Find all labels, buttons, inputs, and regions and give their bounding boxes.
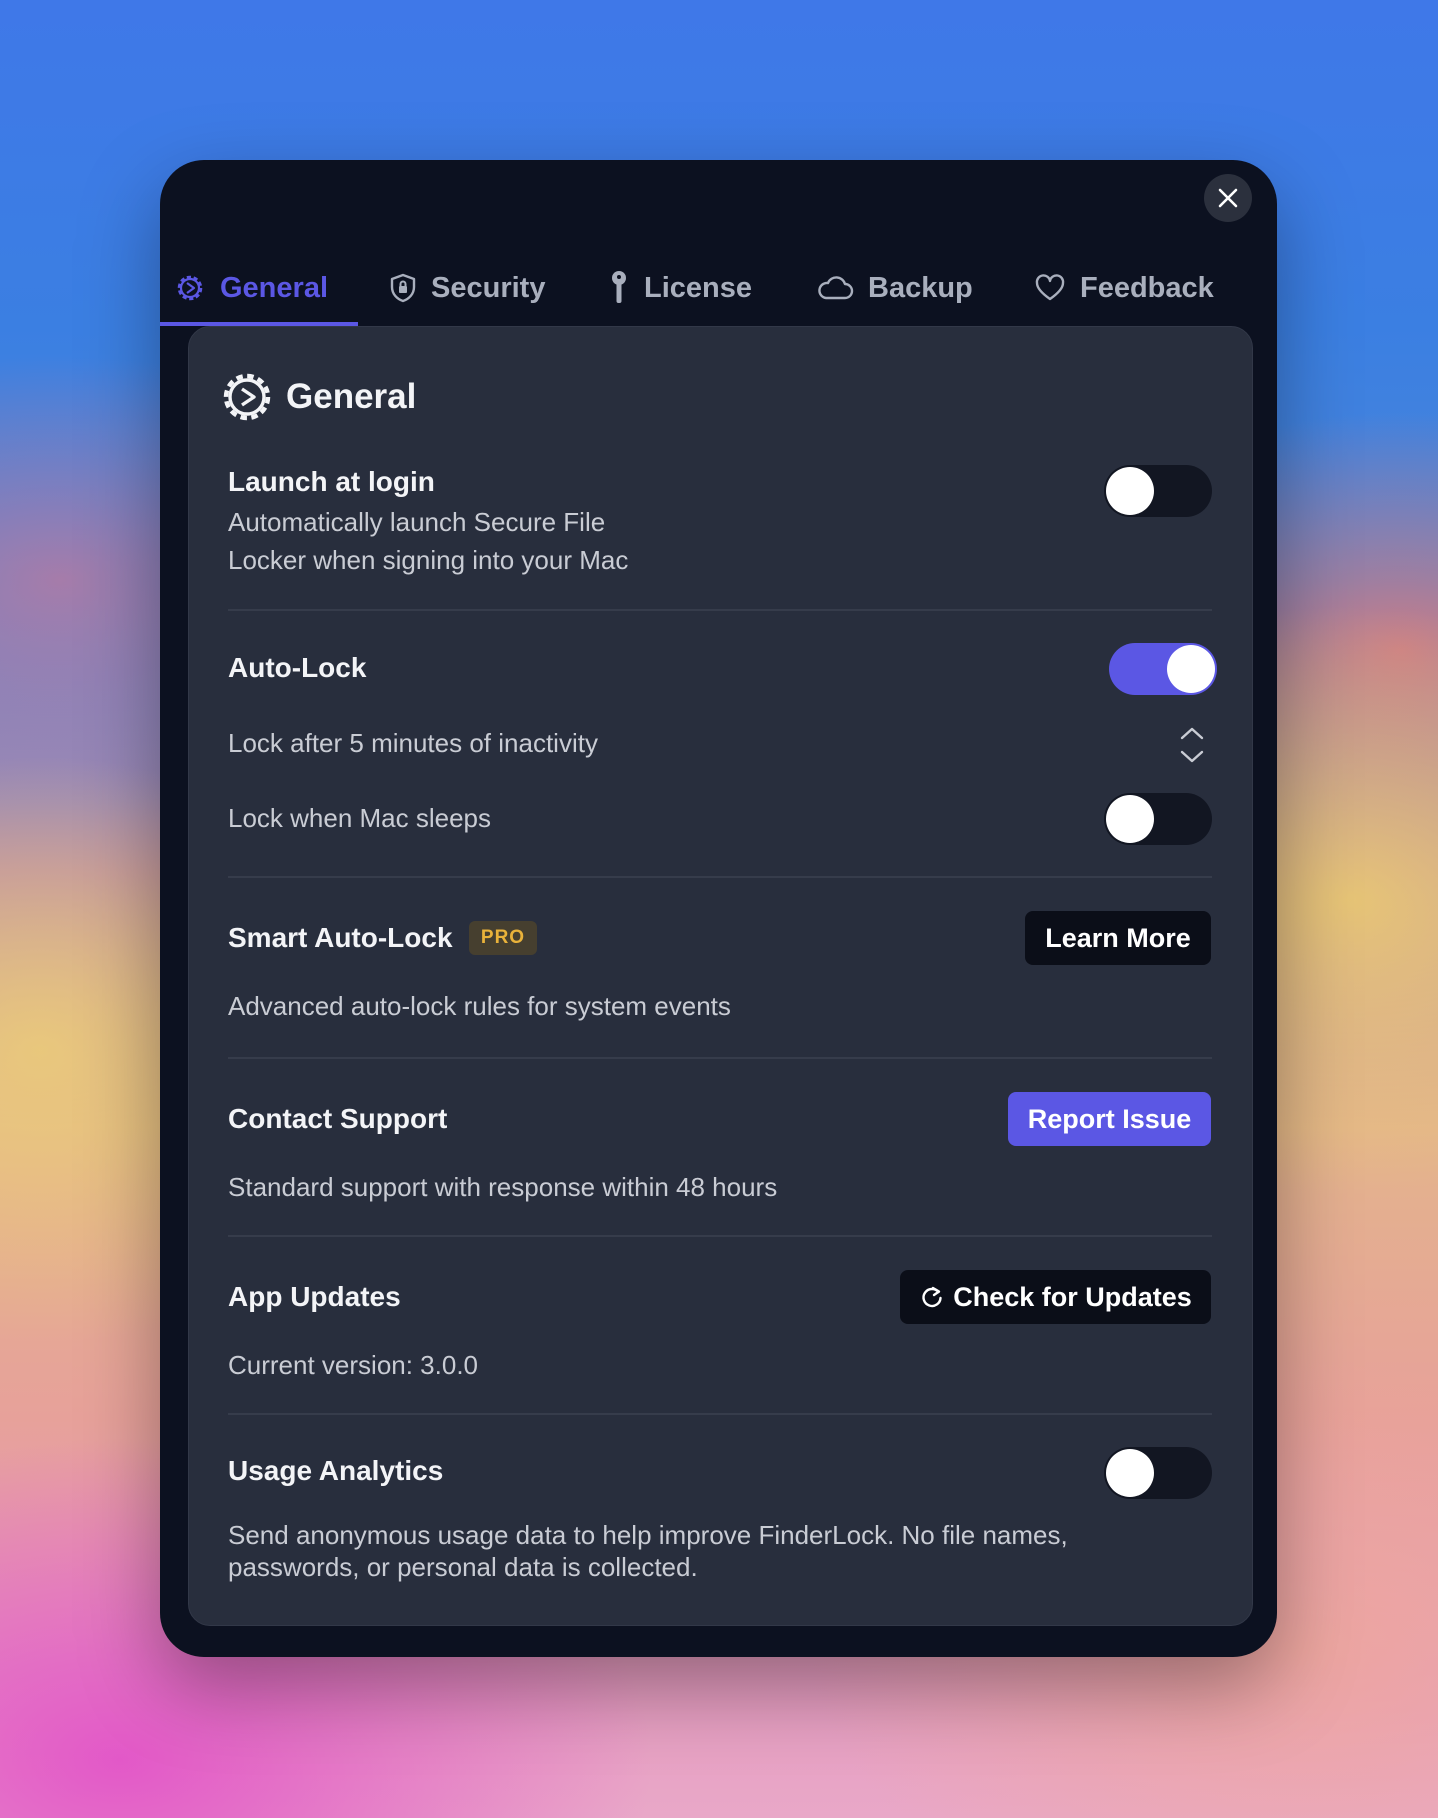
lock-when-sleeps-label: Lock when Mac sleeps: [228, 803, 492, 833]
gear-icon: [223, 373, 271, 421]
learn-more-button[interactable]: Learn More: [1025, 911, 1211, 965]
shield-icon: [390, 273, 416, 303]
lock-after-text: Lock after 5 minutes of inactivity: [228, 728, 598, 758]
toggle-knob: [1106, 467, 1154, 515]
divider: [228, 1413, 1212, 1415]
lock-when-sleeps-toggle[interactable]: [1104, 793, 1212, 845]
check-for-updates-label: Check for Updates: [953, 1281, 1192, 1312]
page-title: General: [220, 370, 416, 424]
tab-feedback-label: Feedback: [1080, 271, 1214, 304]
divider: [228, 876, 1212, 878]
launch-at-login-toggle[interactable]: [1104, 465, 1212, 517]
current-version-text: Current version: 3.0.0: [228, 1350, 479, 1380]
heart-icon: [1035, 274, 1065, 301]
tab-backup[interactable]: Backup: [816, 250, 973, 326]
toggle-knob: [1106, 795, 1154, 843]
divider: [228, 609, 1212, 611]
toggle-knob: [1167, 645, 1215, 693]
usage-analytics-label: Usage Analytics: [228, 1455, 444, 1486]
smart-auto-lock-label: Smart Auto-Lock: [228, 922, 453, 953]
tab-security[interactable]: Security: [389, 250, 545, 326]
auto-lock-label: Auto-Lock: [228, 652, 367, 683]
report-issue-button[interactable]: Report Issue: [1008, 1092, 1211, 1146]
cloud-icon: [818, 276, 854, 300]
tab-backup-label: Backup: [868, 271, 973, 304]
chevron-up-icon[interactable]: [1172, 720, 1212, 744]
usage-analytics-desc-1: Send anonymous usage data to help improv…: [228, 1520, 1068, 1550]
tab-security-label: Security: [431, 271, 546, 304]
tab-license-label: License: [644, 271, 752, 304]
launch-at-login-desc-1: Automatically launch Secure File: [228, 507, 606, 537]
contact-support-label: Contact Support: [228, 1103, 448, 1134]
close-icon: [1218, 188, 1238, 208]
close-button[interactable]: [1204, 174, 1252, 222]
contact-support-desc: Standard support with response within 48…: [228, 1172, 778, 1202]
launch-at-login-label: Launch at login: [228, 466, 435, 497]
tab-bar: General Security License Backup Feedback: [160, 250, 1277, 326]
app-updates-label: App Updates: [228, 1281, 401, 1312]
divider: [228, 1057, 1212, 1059]
refresh-icon: [922, 1286, 942, 1308]
chevron-down-icon[interactable]: [1172, 746, 1212, 770]
auto-lock-toggle[interactable]: [1109, 643, 1217, 695]
divider: [228, 1235, 1212, 1237]
tab-license[interactable]: License: [608, 250, 752, 326]
usage-analytics-desc-2: passwords, or personal data is collected…: [228, 1552, 698, 1582]
tab-feedback[interactable]: Feedback: [1034, 250, 1214, 326]
tab-general[interactable]: General: [174, 250, 328, 326]
key-icon: [612, 271, 626, 303]
pro-badge: PRO: [469, 921, 537, 955]
section-title-text: General: [286, 377, 417, 416]
gear-icon: [177, 275, 203, 301]
check-for-updates-button[interactable]: Check for Updates: [900, 1270, 1211, 1324]
lock-minutes-stepper[interactable]: [1172, 720, 1212, 772]
smart-auto-lock-desc: Advanced auto-lock rules for system even…: [228, 991, 731, 1021]
usage-analytics-toggle[interactable]: [1104, 1447, 1212, 1499]
launch-at-login-desc-2: Locker when signing into your Mac: [228, 545, 629, 575]
tab-general-label: General: [220, 271, 328, 304]
toggle-knob: [1106, 1449, 1154, 1497]
